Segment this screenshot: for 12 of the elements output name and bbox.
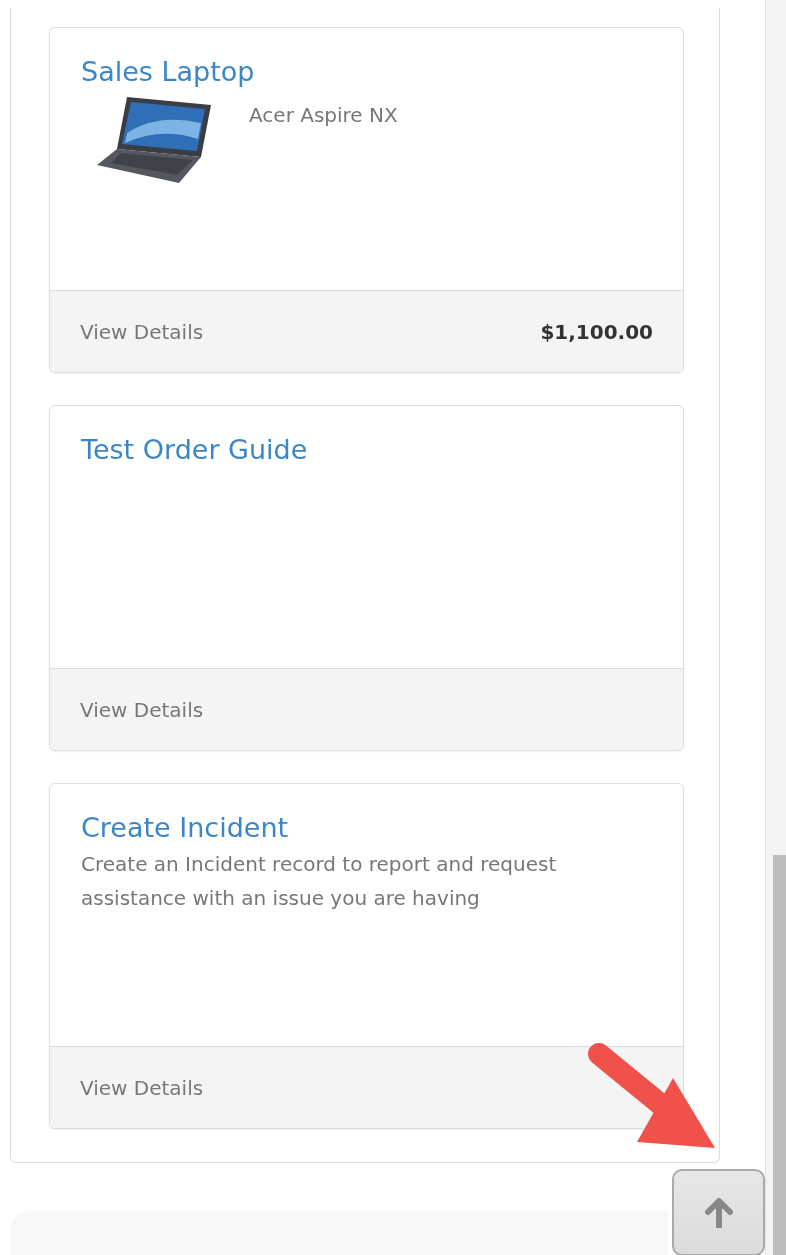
view-details-link[interactable]: View Details — [80, 697, 204, 722]
item-title-link[interactable]: Sales Laptop — [81, 56, 255, 87]
item-price: $1,100.00 — [540, 319, 653, 344]
item-subtitle: Acer Aspire NX — [249, 103, 398, 129]
item-description: Create an Incident record to report and request assistance with an issue you are having — [81, 851, 558, 912]
up-arrow-icon — [704, 1197, 733, 1228]
view-details-link[interactable]: View Details — [80, 1075, 204, 1100]
scrollbar-thumb[interactable] — [773, 855, 786, 1255]
item-title-link[interactable]: Create Incident — [81, 812, 289, 843]
item-title-link[interactable]: Test Order Guide — [81, 434, 308, 465]
view-details-link[interactable]: View Details — [80, 319, 204, 344]
scroll-to-top-button[interactable] — [672, 1169, 766, 1255]
